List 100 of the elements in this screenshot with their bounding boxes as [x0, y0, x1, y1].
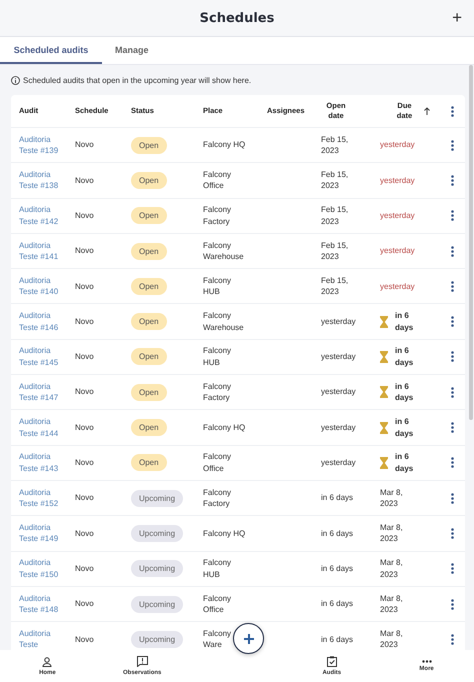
audit-link[interactable]: Auditoria Teste #147 — [19, 380, 59, 404]
table-cell-text: Mar 8, 2023 — [380, 486, 404, 510]
table-cell-text: Falcony Office — [203, 592, 232, 616]
plus-icon — [244, 634, 254, 644]
row-menu-button[interactable] — [449, 278, 456, 294]
table-cell-text: Novo — [75, 562, 95, 574]
clipboard-check-icon — [326, 656, 337, 667]
audit-link[interactable]: Auditoria Teste #145 — [19, 345, 59, 368]
row-menu-button[interactable] — [449, 314, 456, 330]
info-text: Scheduled audits that open in the upcoming year will show here. — [23, 76, 252, 84]
status-badge: Upcoming — [131, 524, 184, 542]
table-cell: yesterday — [321, 316, 355, 328]
table-cell-text: Feb 15, 2023 — [321, 274, 350, 298]
sort-arrow-icon[interactable] — [424, 107, 430, 115]
status-badge: Open — [131, 207, 167, 224]
row-menu-button[interactable] — [449, 349, 456, 364]
table-cell-text: Novo — [75, 528, 95, 540]
row-menu-button[interactable] — [449, 490, 456, 506]
tab[interactable]: Manage — [102, 37, 162, 64]
more-icon — [451, 563, 454, 574]
table-cell-text: Mar 8, 2023 — [380, 628, 404, 650]
audit-link[interactable]: Auditoria Teste #140 — [19, 274, 59, 298]
table-cell-text: Novo — [75, 634, 95, 646]
row-menu-button[interactable] — [449, 172, 456, 188]
column-menu-button[interactable] — [449, 104, 456, 118]
more-icon — [451, 492, 454, 504]
table-cell-text: in 6 days — [395, 380, 414, 404]
audit-link[interactable]: Auditoria Teste #144 — [19, 416, 59, 440]
table-cell-text: Falcony Factory — [203, 380, 232, 404]
table-cell-text: in 6 days — [321, 492, 354, 504]
status-badge: Upcoming — [131, 596, 184, 612]
row-menu-button[interactable] — [449, 208, 456, 224]
more-icon — [451, 457, 454, 468]
table-cell-text: in 6 days — [395, 345, 414, 368]
audit-link[interactable]: Auditoria Teste #146 — [19, 310, 59, 334]
more-icon — [451, 316, 454, 328]
table-cell-text: Mar 8, 2023 — [380, 592, 404, 616]
table-cell: yesterday — [321, 351, 355, 363]
more-icon — [451, 422, 454, 434]
audit-link[interactable]: Auditoria Teste — [19, 628, 59, 650]
row-menu-button[interactable] — [449, 632, 456, 647]
row-menu-button[interactable] — [449, 420, 456, 436]
status-badge: Open — [131, 136, 167, 154]
more-icon — [451, 386, 454, 398]
table-cell-text: Novo — [75, 457, 95, 469]
audit-link[interactable]: Auditoria Teste #143 — [19, 451, 59, 474]
status-badge: Open — [131, 242, 167, 260]
table-cell-text: Novo — [75, 492, 95, 504]
table-cell-text: Feb 15, 2023 — [321, 134, 350, 157]
table-cell-text: Novo — [75, 351, 95, 363]
table-cell-text: Feb 15, 2023 — [321, 168, 350, 192]
table-cell-text: Novo — [75, 280, 95, 292]
audit-link[interactable]: Auditoria Teste #139 — [19, 134, 59, 157]
table-cell-text: Falcony HUB — [203, 345, 232, 368]
table-cell-text: Novo — [75, 316, 95, 328]
status-badge: Open — [131, 384, 167, 401]
status-badge: Open — [131, 313, 167, 330]
table-cell-text: Mar 8, 2023 — [380, 557, 404, 580]
more-icon — [451, 246, 454, 257]
table-cell-text: Novo — [75, 210, 95, 222]
person-icon — [42, 656, 52, 666]
table-cell-text: yesterday — [380, 139, 416, 151]
table-cell-text: Novo — [75, 245, 95, 257]
more-icon — [451, 140, 454, 151]
status-badge: Open — [131, 454, 167, 472]
tab[interactable]: Scheduled audits — [0, 37, 102, 64]
scrollbar[interactable] — [469, 65, 473, 420]
table-cell-text: in 6 days — [321, 528, 354, 540]
row-menu-button[interactable] — [449, 138, 456, 153]
table-cell-text: Falcony HUB — [203, 557, 232, 580]
table-cell-text: Feb 15, 2023 — [321, 240, 350, 263]
row-menu-button[interactable] — [449, 526, 456, 541]
audit-link[interactable]: Auditoria Teste #148 — [19, 592, 59, 616]
audit-link[interactable]: Auditoria Teste #152 — [19, 486, 59, 510]
row-menu-button[interactable] — [449, 384, 456, 400]
table-cell-text: Novo — [75, 139, 95, 151]
table-cell-text: Falcony Office — [203, 451, 232, 474]
table-cell-text: Falcony Factory — [203, 486, 232, 510]
row-menu-button[interactable] — [449, 596, 456, 612]
audit-link[interactable]: Auditoria Teste #149 — [19, 522, 59, 545]
table-cell-text: in 6 days — [321, 634, 354, 646]
row-menu-button[interactable] — [449, 455, 456, 470]
table-cell-text: Falcony Office — [203, 168, 232, 192]
table-cell: yesterday — [321, 457, 355, 469]
row-menu-button[interactable] — [449, 561, 456, 576]
audit-link[interactable]: Auditoria Teste #141 — [19, 240, 59, 263]
table-cell-text: Falcony HQ — [203, 528, 246, 540]
page-title: Schedules — [200, 10, 274, 26]
audit-link[interactable]: Auditoria Teste #150 — [19, 557, 59, 580]
table-cell-text: Falcony Warehouse — [203, 310, 245, 334]
table-cell-text: yesterday — [380, 280, 416, 292]
add-button[interactable]: + — [450, 9, 464, 26]
status-badge: Upcoming — [131, 630, 184, 648]
table-cell-text: Novo — [75, 174, 95, 186]
row-menu-button[interactable] — [449, 244, 456, 259]
audit-link[interactable]: Auditoria Teste #138 — [19, 168, 59, 192]
table-cell-text: Novo — [75, 386, 95, 398]
audit-link[interactable]: Auditoria Teste #142 — [19, 204, 59, 228]
table-cell-text: Feb 15, 2023 — [321, 204, 350, 228]
status-badge: Open — [131, 172, 167, 189]
